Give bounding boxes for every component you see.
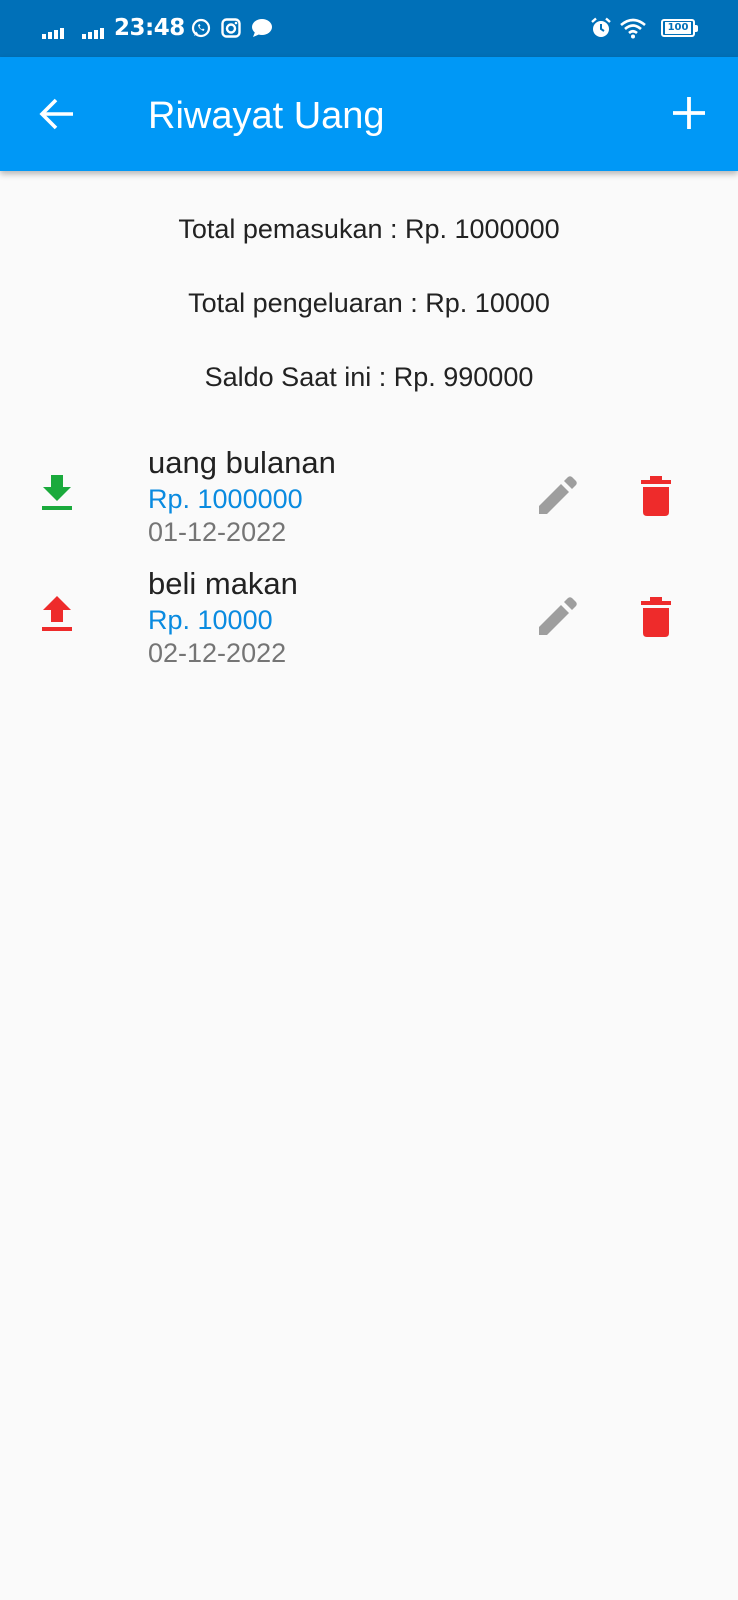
alarm-icon <box>590 17 612 39</box>
transaction-name: beli makan <box>148 566 298 601</box>
pencil-icon <box>539 597 577 635</box>
download-icon <box>38 473 76 511</box>
instagram-icon <box>221 18 241 38</box>
wifi-icon <box>620 17 646 39</box>
delete-button[interactable] <box>636 596 676 638</box>
plus-icon <box>673 97 705 129</box>
transaction-name: uang bulanan <box>148 445 336 480</box>
list-item[interactable]: beli makan Rp. 10000 02-12-2022 <box>0 566 738 686</box>
edit-button[interactable] <box>536 596 578 638</box>
current-balance: Saldo Saat ini : Rp. 990000 <box>204 362 534 392</box>
whatsapp-icon <box>191 18 211 38</box>
page-title: Riwayat Uang <box>148 95 385 137</box>
signal-icon <box>82 25 108 39</box>
signal-icon <box>42 25 68 39</box>
app-bar: Riwayat Uang <box>0 57 738 171</box>
transaction-date: 01-12-2022 <box>148 517 287 547</box>
list-item[interactable]: uang bulanan Rp. 1000000 01-12-2022 <box>0 445 738 565</box>
total-income: Total pemasukan : Rp. 1000000 <box>178 214 560 244</box>
battery-level: 100 <box>665 22 691 34</box>
transaction-date: 02-12-2022 <box>148 638 287 668</box>
back-button[interactable] <box>38 95 76 133</box>
trash-icon <box>641 476 671 516</box>
arrow-back-icon <box>39 98 73 130</box>
battery-icon: 100 <box>661 19 698 37</box>
status-time: 23:48 <box>114 15 185 41</box>
transaction-amount: Rp. 10000 <box>148 605 273 635</box>
transaction-amount: Rp. 1000000 <box>148 484 303 514</box>
delete-button[interactable] <box>636 475 676 517</box>
edit-button[interactable] <box>536 475 578 517</box>
total-expense: Total pengeluaran : Rp. 10000 <box>188 288 550 318</box>
add-button[interactable] <box>670 94 708 132</box>
chat-bubble-icon <box>251 18 273 38</box>
pencil-icon <box>539 476 577 514</box>
upload-icon <box>38 594 76 632</box>
trash-icon <box>641 597 671 637</box>
status-bar: 23:48 100 <box>0 0 738 57</box>
